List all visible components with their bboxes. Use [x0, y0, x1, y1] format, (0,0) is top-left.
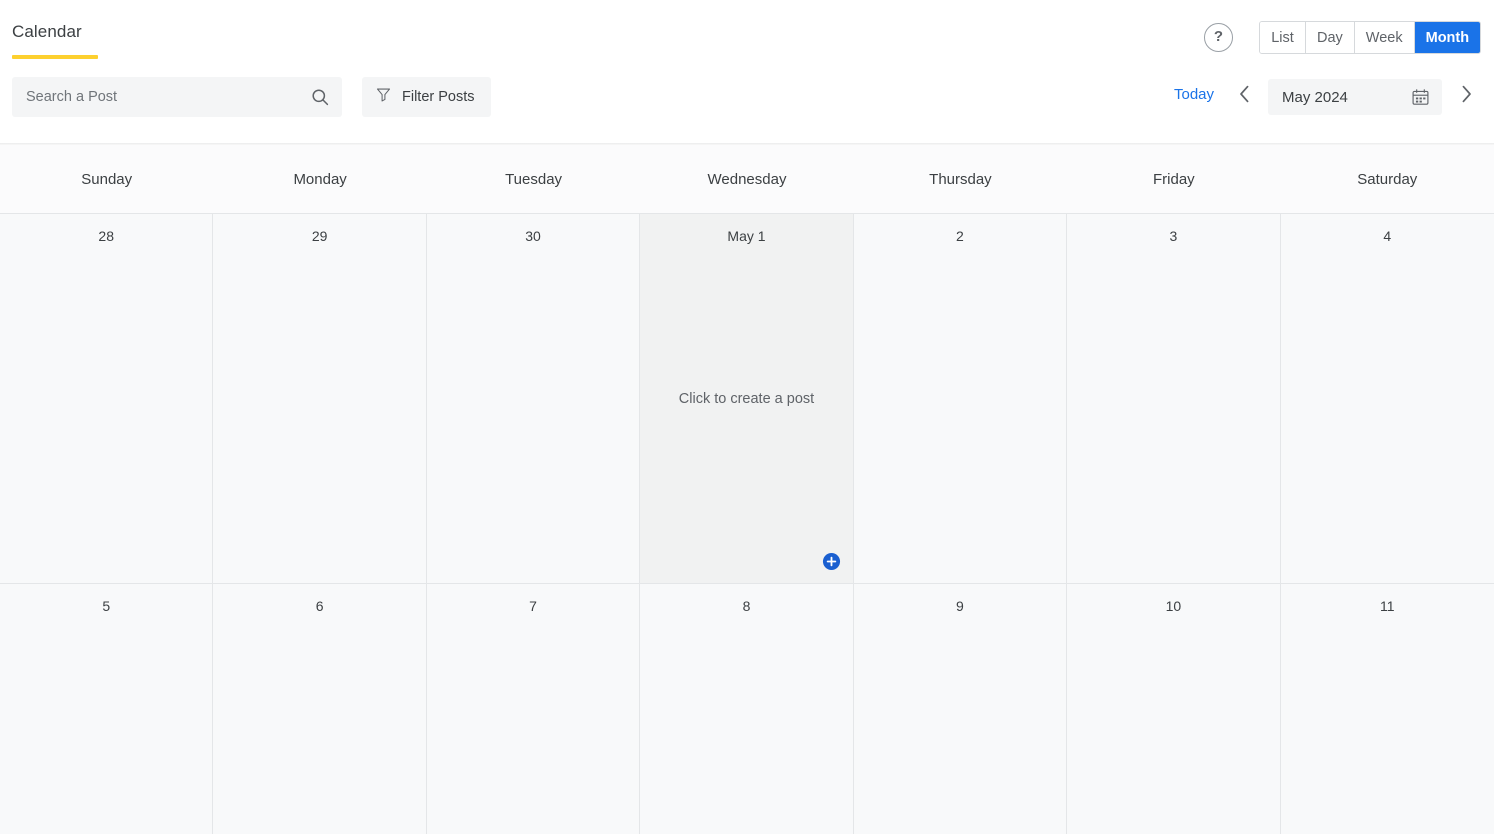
calendar-grid: Sunday Monday Tuesday Wednesday Thursday… — [0, 145, 1494, 834]
day-number: 4 — [1383, 228, 1392, 244]
day-cell[interactable]: 29 — [213, 214, 427, 583]
day-cell[interactable]: 5 — [0, 584, 214, 834]
calendar-week-row: 5 6 7 8 9 10 11 — [0, 584, 1494, 834]
day-number: 10 — [1165, 598, 1182, 614]
day-cell[interactable]: 10 — [1067, 584, 1281, 834]
view-option-week[interactable]: Week — [1354, 22, 1415, 53]
calendar-weeks: 28 29 30 May 1 Click to create a post 2 … — [0, 214, 1494, 834]
day-cell[interactable]: 6 — [213, 584, 427, 834]
day-cell[interactable]: 30 — [426, 214, 641, 583]
day-number: 11 — [1380, 598, 1395, 614]
calendar-week-row: 28 29 30 May 1 Click to create a post 2 … — [0, 214, 1494, 584]
date-picker[interactable]: May 2024 — [1268, 79, 1442, 115]
view-switcher: List Day Week Month — [1259, 21, 1482, 54]
help-icon-glyph: ? — [1213, 28, 1224, 45]
current-period-label: May 2024 — [1282, 88, 1348, 106]
day-number: 28 — [98, 228, 114, 244]
weekday-header-sunday: Sunday — [81, 170, 133, 188]
calendar-icon[interactable] — [1411, 88, 1430, 112]
day-number: 2 — [956, 228, 964, 244]
view-option-month[interactable]: Month — [1414, 22, 1481, 53]
day-cell[interactable]: 8 — [640, 584, 854, 834]
view-option-month-label: Month — [1425, 29, 1470, 46]
day-number: 9 — [956, 598, 964, 614]
weekday-header-row: Sunday Monday Tuesday Wednesday Thursday… — [0, 145, 1494, 214]
weekday-header-saturday: Saturday — [1357, 170, 1418, 188]
day-cell[interactable]: 7 — [426, 584, 641, 834]
day-cell[interactable]: 11 — [1280, 584, 1494, 834]
view-option-week-label: Week — [1365, 29, 1403, 46]
day-number: 8 — [742, 598, 751, 614]
day-number: 30 — [525, 228, 541, 244]
view-option-list-label: List — [1271, 29, 1294, 46]
today-label: Today — [1174, 86, 1215, 103]
view-option-day[interactable]: Day — [1306, 22, 1355, 53]
chevron-right-icon — [1461, 85, 1472, 108]
day-cell-hovered[interactable]: May 1 Click to create a post — [640, 214, 854, 583]
weekday-header-wednesday: Wednesday — [707, 170, 787, 188]
day-number: 7 — [529, 598, 537, 614]
tab-calendar[interactable]: Calendar — [12, 22, 82, 52]
weekday-header-monday: Monday — [293, 170, 347, 188]
search-box — [12, 77, 342, 117]
filter-funnel-icon — [376, 87, 391, 107]
filter-posts-button[interactable]: Filter Posts — [362, 77, 491, 117]
chevron-left-icon — [1239, 85, 1250, 108]
next-period-button[interactable] — [1454, 83, 1478, 110]
weekday-header-friday: Friday — [1153, 170, 1195, 188]
day-number: 3 — [1169, 228, 1178, 244]
day-number: 5 — [102, 598, 111, 614]
day-cell[interactable]: 2 — [853, 214, 1068, 583]
weekday-header-tuesday: Tuesday — [505, 170, 563, 188]
help-icon[interactable]: ? — [1204, 23, 1233, 52]
tab-active-underline — [12, 55, 98, 59]
day-cell[interactable]: 3 — [1067, 214, 1281, 583]
previous-period-button[interactable] — [1232, 83, 1256, 110]
today-button[interactable]: Today — [1174, 86, 1214, 103]
filter-posts-label: Filter Posts — [402, 89, 475, 105]
create-post-hint[interactable]: Click to create a post — [640, 214, 852, 583]
view-option-list[interactable]: List — [1260, 22, 1306, 53]
weekday-header-thursday: Thursday — [929, 170, 992, 188]
view-option-day-label: Day — [1317, 29, 1343, 46]
plus-circle-icon[interactable] — [822, 552, 841, 571]
top-bar: Calendar ? List Day Week Month Search a … — [0, 0, 1494, 146]
day-number: 6 — [315, 598, 324, 614]
tab-calendar-label: Calendar — [12, 22, 82, 41]
day-cell[interactable]: 9 — [853, 584, 1068, 834]
search-input[interactable] — [12, 77, 342, 117]
day-cell[interactable]: 4 — [1280, 214, 1494, 583]
day-number: 29 — [311, 228, 328, 244]
day-cell[interactable]: 28 — [0, 214, 214, 583]
